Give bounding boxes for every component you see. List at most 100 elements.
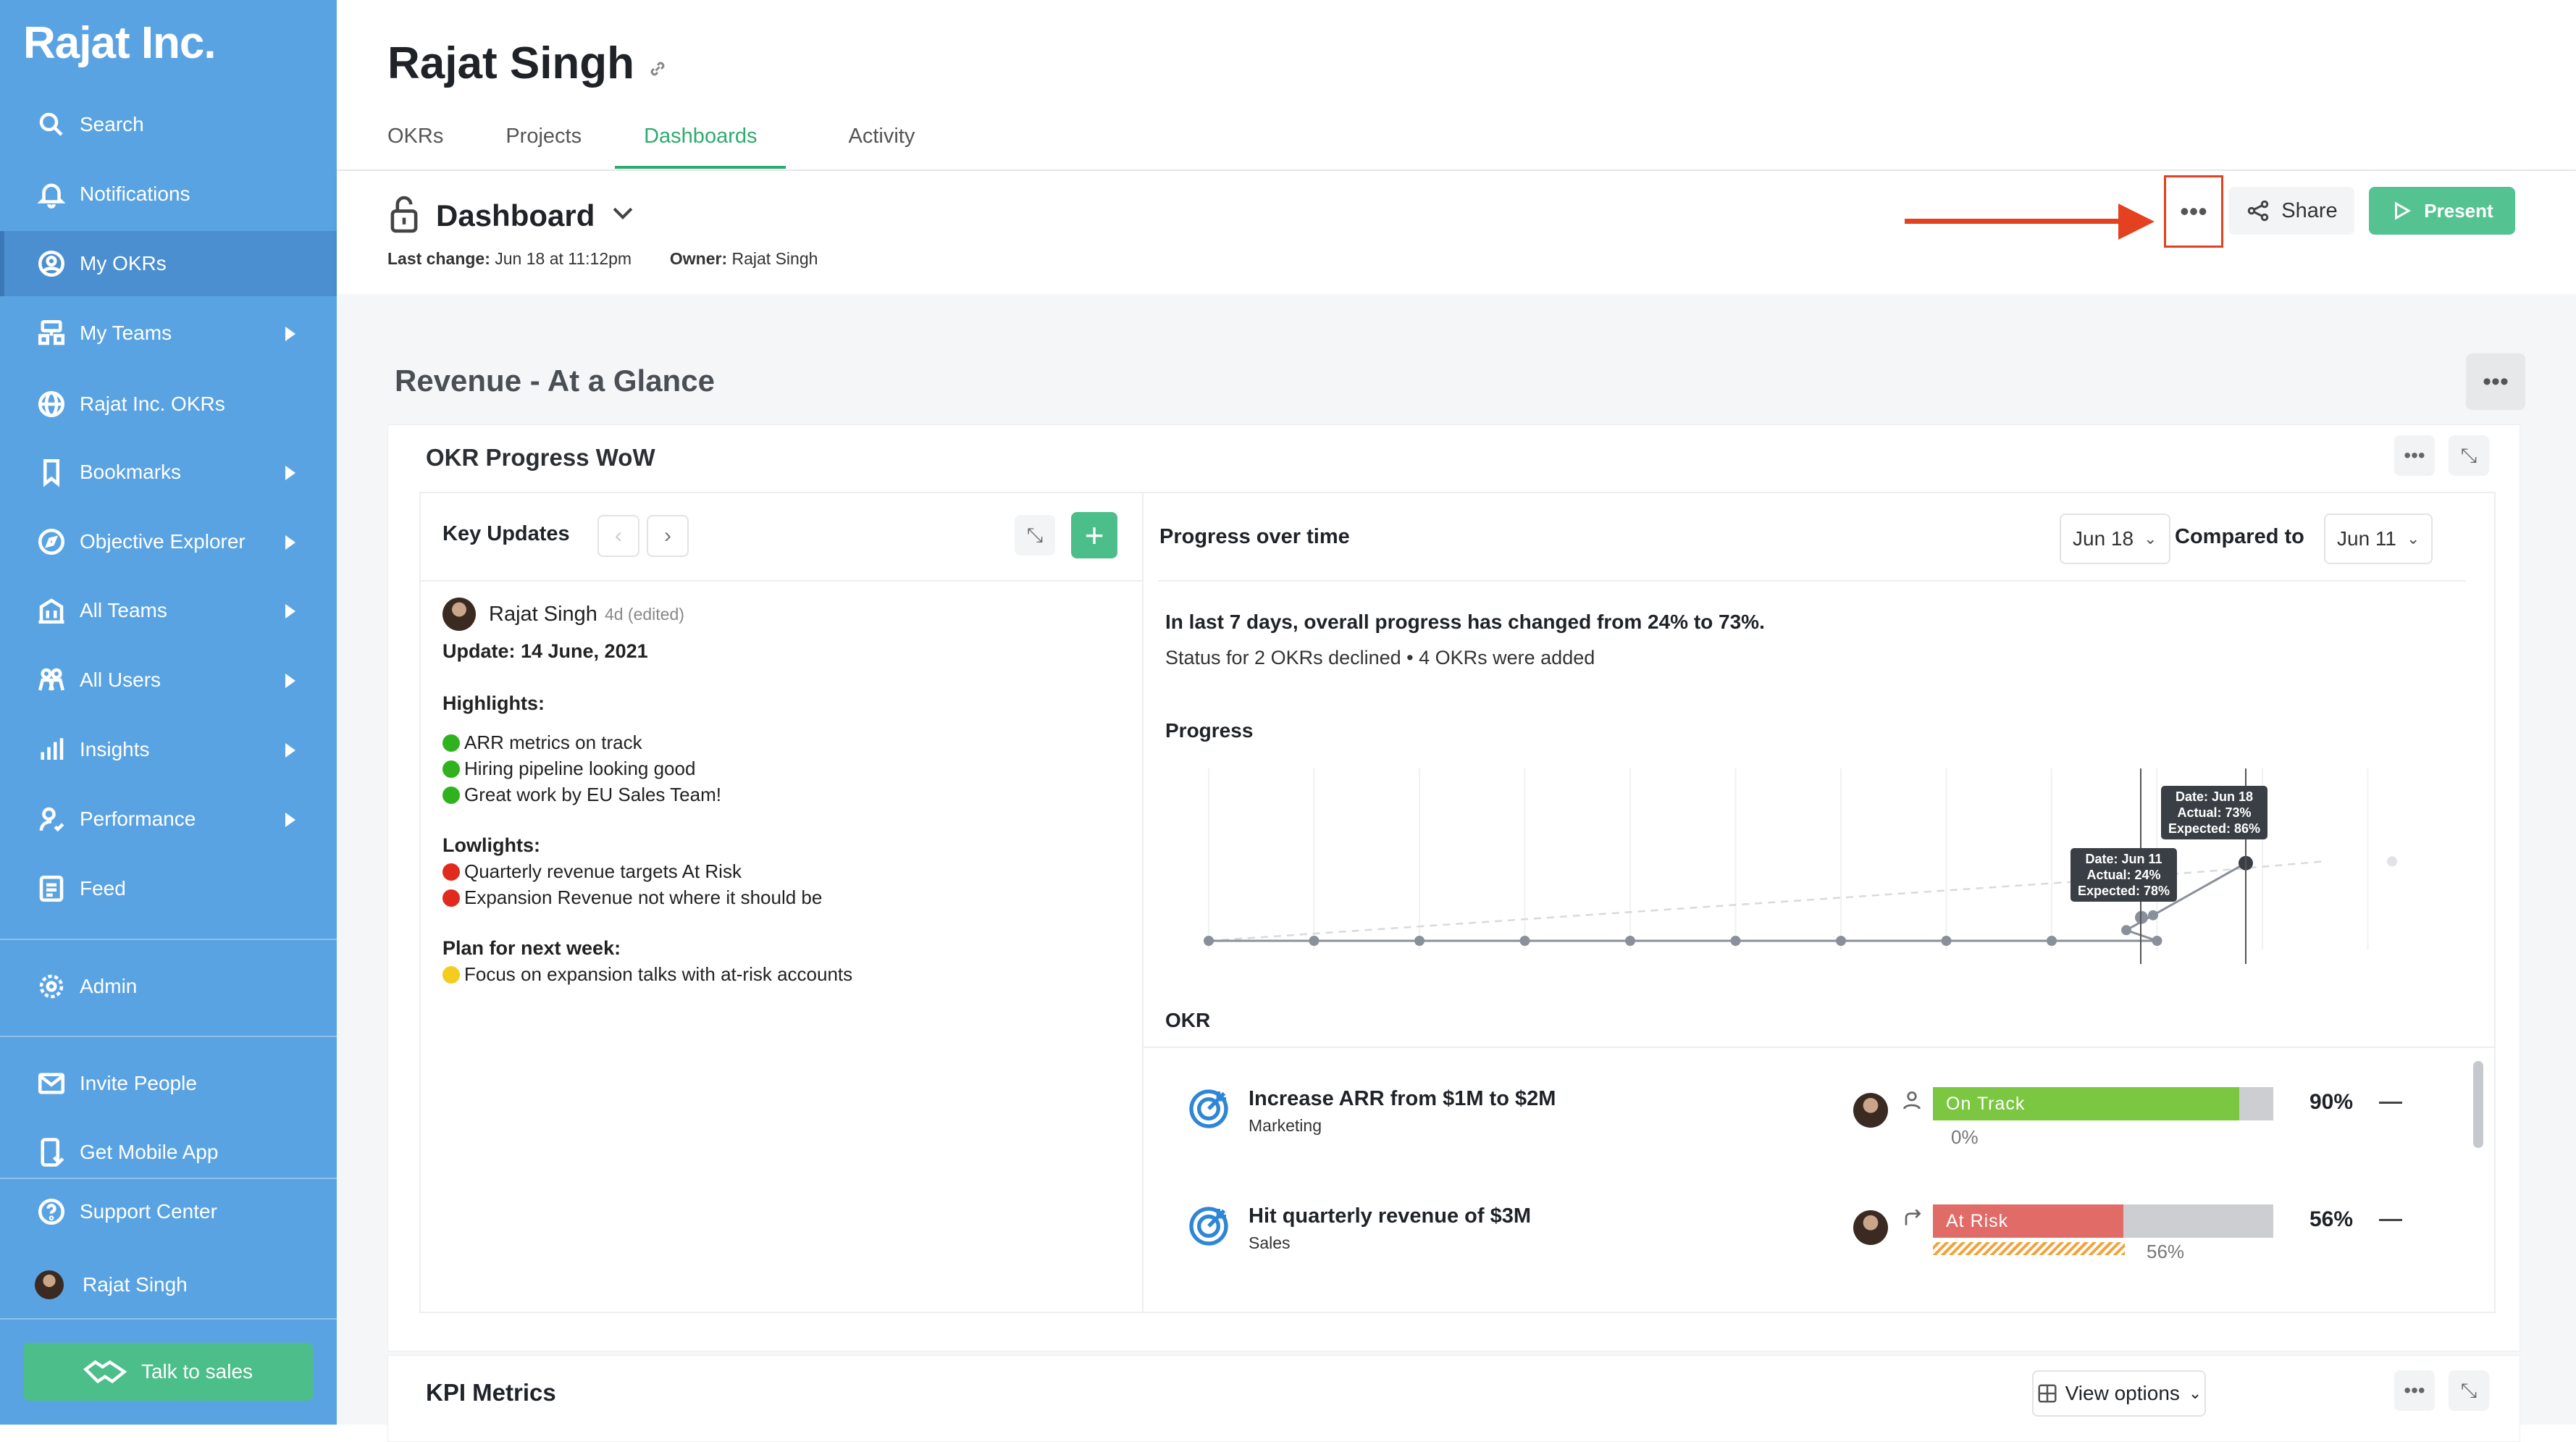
talk-to-sales-label: Talk to sales [140,1360,253,1383]
expand-icon[interactable]: ⤡ [1015,515,1055,556]
sidebar-item-admin[interactable]: Admin [0,954,337,1019]
progress-chart [1204,768,2397,964]
green-dot-icon [442,760,460,778]
actual-point [1941,936,1952,946]
sidebar-item-company-okrs[interactable]: Rajat Inc. OKRs [0,372,337,437]
tab-activity[interactable]: Activity [848,116,915,169]
sidebar-item-label: Insights [80,738,150,760]
expand-arrow-icon[interactable] [285,674,295,688]
tooltip-date: Date: Jun 11 [2085,852,2162,866]
date-dropdown[interactable]: Jun 18 ⌄ [2060,513,2170,564]
chart-tooltip: Date: Jun 11 Actual: 24% Expected: 78% [2071,848,2178,902]
key-updates-panel: Key Updates ‹ › ⤡ + Rajat Singh 4d (edit… [419,492,1144,1313]
link-icon[interactable] [647,58,668,80]
tooltip-actual: Actual: 24% [2086,868,2161,882]
divider [1144,1047,2494,1048]
sidebar-item-label: Admin [80,975,138,997]
sidebar-item-mobile-app[interactable]: Get Mobile App [0,1120,337,1185]
avatar [35,1270,64,1299]
lowlights-list: Quarterly revenue targets At Risk Expans… [442,858,1123,910]
okr-title[interactable]: Increase ARR from $1M to $2M [1249,1087,1556,1111]
okr-row[interactable]: Hit quarterly revenue of $3M Sales At Ri… [1144,1190,2476,1299]
actual-point [2148,910,2158,921]
okr-label: OKR [1165,1009,1211,1031]
okr-progress-card: OKR Progress WoW ••• ⤡ Key Updates ‹ › ⤡… [387,424,2520,1351]
view-options-dropdown[interactable]: View options ⌄ [2032,1370,2206,1417]
tooltip-date: Date: Jun 18 [2176,789,2254,804]
prev-button[interactable]: ‹ [597,515,639,557]
card-more-button[interactable]: ••• [2394,435,2435,476]
list-item: Hiring pipeline looking good [442,755,1123,781]
key-updates-title: Key Updates [442,522,570,545]
actual-point [1519,936,1530,946]
expand-arrow-icon[interactable] [285,743,295,758]
present-button[interactable]: Present [2369,187,2515,235]
expand-arrow-icon[interactable] [285,604,295,619]
sidebar-item-label: Rajat Inc. OKRs [80,393,225,415]
brand-logo[interactable]: Rajat Inc. [23,17,217,69]
help-icon [35,1195,68,1228]
dashboard-title[interactable]: Dashboard [436,198,595,233]
list-item-text: Quarterly revenue targets At Risk [464,860,742,882]
sidebar-item-label: Support Center [80,1200,217,1223]
compare-date-dropdown[interactable]: Jun 11 ⌄ [2324,513,2433,564]
sidebar-item-label: Objective Explorer [80,530,246,553]
more-options-button[interactable]: ••• [2164,175,2223,248]
sidebar-item-notifications[interactable]: Notifications [0,162,337,227]
section-more-button[interactable]: ••• [2466,353,2525,410]
update-author[interactable]: Rajat Singh [489,601,597,627]
sidebar-item-label: My Teams [80,322,172,344]
tab-dashboards[interactable]: Dashboards [615,116,786,169]
sidebar-item-user[interactable]: Rajat Singh [0,1252,337,1317]
section-title: Revenue - At a Glance [395,364,715,398]
update-entry: Rajat Singh 4d (edited) Update: 14 June,… [442,598,1123,987]
avatar [1853,1093,1888,1128]
person-icon [1903,1091,1921,1110]
expected-progress-bar [1933,1242,2125,1255]
talk-to-sales-button[interactable]: Talk to sales [23,1343,313,1401]
actual-point [2121,925,2131,936]
chevron-down-icon[interactable] [611,204,635,223]
sidebar-item-label: All Teams [80,599,167,621]
expand-arrow-icon[interactable] [285,327,295,341]
expand-icon[interactable]: ⤡ [2449,1370,2489,1411]
expand-arrow-icon[interactable] [285,466,295,480]
list-item: Focus on expansion talks with at-risk ac… [442,961,1123,987]
sidebar-item-invite[interactable]: Invite People [0,1051,337,1116]
target-icon [1189,1207,1228,1246]
expand-arrow-icon[interactable] [285,813,295,827]
envelope-icon [35,1067,68,1100]
expand-arrow-icon[interactable] [285,535,295,550]
okr-title[interactable]: Hit quarterly revenue of $3M [1249,1204,1531,1228]
okr-percent: 56% [2309,1207,2354,1231]
share-icon [2248,200,2269,222]
card-title: OKR Progress WoW [426,444,655,471]
share-button[interactable]: Share [2228,187,2354,235]
next-button[interactable]: › [647,515,689,557]
okr-row[interactable]: Increase ARR from $1M to $2M Marketing O… [1144,1073,2476,1181]
expand-icon[interactable]: ⤡ [2449,435,2489,476]
list-item: Quarterly revenue targets At Risk [442,858,1123,884]
red-dot-icon [442,889,460,907]
owner-value: Rajat Singh [731,249,818,268]
sidebar-item-feed[interactable]: Feed [0,856,337,921]
update-time: 4d (edited) [604,605,684,624]
highlights-list: ARR metrics on track Hiring pipeline loo… [442,729,1123,808]
tab-okrs[interactable]: OKRs [387,116,443,169]
sidebar-item-my-okrs[interactable]: My OKRs [0,231,337,296]
lock-icon[interactable] [387,194,421,235]
actual-point [1625,936,1635,946]
sidebar-item-search[interactable]: Search [0,92,337,157]
divider [0,1036,337,1037]
sidebar-item-support[interactable]: Support Center [0,1179,337,1244]
main-content: Rajat Singh OKRs Projects Dashboards Act… [337,0,2576,1442]
sidebar-item-label: Get Mobile App [80,1141,219,1163]
tab-projects[interactable]: Projects [505,116,582,169]
actual-point [2152,936,2162,946]
add-update-button[interactable]: + [1071,512,1117,558]
last-change-label: Last change: [387,249,490,268]
card-more-button[interactable]: ••• [2394,1370,2435,1411]
handshake-icon [83,1360,127,1384]
yellow-dot-icon [442,966,460,984]
tooltip-actual: Actual: 73% [2177,805,2252,820]
